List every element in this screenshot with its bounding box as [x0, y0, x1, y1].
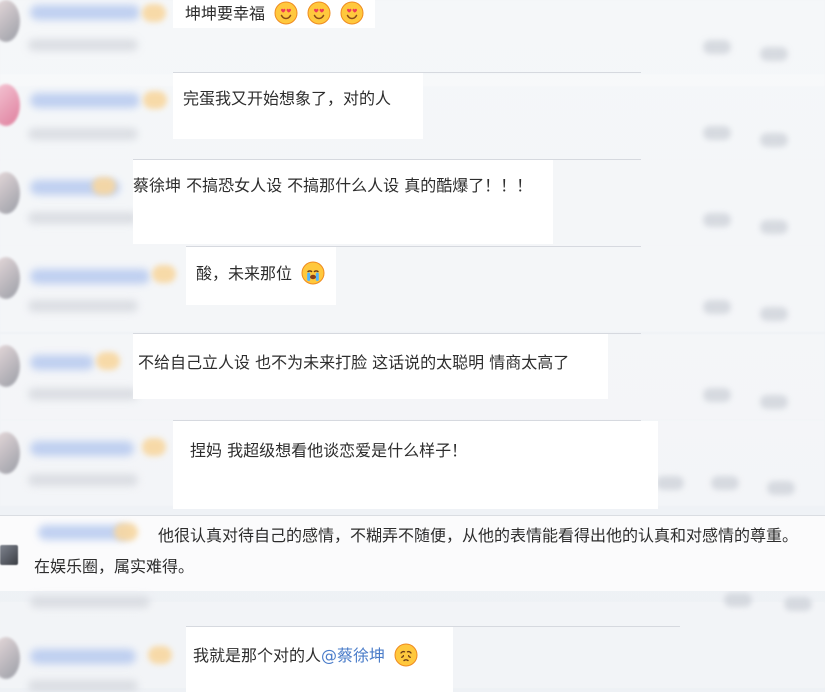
blurred-comment-row [0, 246, 825, 332]
like-action-blur[interactable] [656, 476, 684, 490]
user-badge-icon [148, 646, 172, 664]
reply-action-blur[interactable] [711, 476, 739, 490]
comment-text: 捏妈 我超级想看他谈恋爱是什么样子！ [190, 441, 468, 460]
username-blur[interactable] [30, 649, 136, 664]
comment-text: 坤坤要幸福 [185, 4, 266, 23]
comment-text-line-1: 他很认真对待自己的感情，不糊弄不随便，从他的表情能看得出他的认真和对感情的尊重。 [158, 526, 799, 545]
heart-eyes-icon [307, 1, 331, 25]
comment-text-prefix: 我就是那个对的人 [193, 646, 322, 665]
like-action-blur[interactable] [703, 300, 731, 314]
comment-meta-blur [30, 596, 150, 608]
comment-meta-blur [28, 39, 138, 51]
comment: 蔡徐坤 不搞恐女人设 不搞那什么人设 真的酷爆了！！！ [133, 160, 553, 244]
comment-meta-blur [28, 300, 138, 312]
comment-meta-blur [28, 474, 138, 486]
avatar[interactable] [0, 545, 18, 565]
comment-meta-blur [28, 128, 138, 140]
reply-action-blur[interactable] [760, 133, 788, 147]
comment: 捏妈 我超级想看他谈恋爱是什么样子！ [173, 421, 658, 509]
reply-action-blur[interactable] [760, 307, 788, 321]
like-action-blur[interactable] [703, 126, 731, 140]
user-badge-icon [114, 523, 138, 541]
username-blur[interactable] [30, 355, 94, 370]
user-badge-icon [96, 352, 120, 370]
like-action-blur[interactable] [703, 40, 731, 54]
comment-text: 完蛋我又开始想象了，对的人 [183, 89, 392, 108]
like-action-blur[interactable] [703, 388, 731, 402]
reply-action-blur[interactable] [784, 597, 812, 611]
comment-text: 蔡徐坤 不搞恐女人设 不搞那什么人设 真的酷爆了！！！ [133, 176, 533, 195]
reply-action-blur[interactable] [760, 47, 788, 61]
reply-action-blur[interactable] [760, 395, 788, 409]
username-blur[interactable] [30, 441, 134, 456]
comment-text-line-2: 在娱乐圈，属实难得。 [34, 557, 195, 576]
user-badge-icon [92, 177, 116, 195]
crying-face-icon [301, 261, 325, 285]
user-badge-icon [143, 91, 167, 109]
comment: 我就是那个对的人@蔡徐坤 [186, 627, 453, 692]
comment: 酸，未来那位 [186, 247, 336, 305]
comment: 坤坤要幸福 [173, 0, 375, 28]
user-badge-icon [152, 265, 176, 283]
username-blur[interactable] [30, 93, 140, 108]
comment: 完蛋我又开始想象了，对的人 [173, 73, 423, 139]
reply-action-blur[interactable] [760, 220, 788, 234]
user-badge-icon [142, 4, 166, 22]
username-blur[interactable] [30, 5, 140, 20]
heart-eyes-icon [340, 1, 364, 25]
pleading-face-icon [394, 643, 418, 667]
comment-feed: 坤坤要幸福 完蛋我又开始想象了，对的人 蔡徐坤 不搞恐女人设 不搞那什么人设 真… [0, 0, 825, 692]
comment-meta-blur [28, 388, 138, 400]
comment-meta-blur [28, 212, 138, 224]
comment: 不给自己立人设 也不为未来打脸 这话说的太聪明 情商太高了 [133, 334, 608, 399]
more-action-blur[interactable] [767, 481, 795, 495]
like-action-blur[interactable] [724, 593, 752, 607]
comment-meta-blur [28, 680, 138, 692]
comment-text: 不给自己立人设 也不为未来打脸 这话说的太聪明 情商太高了 [138, 353, 570, 372]
heart-eyes-icon [274, 1, 298, 25]
username-blur[interactable] [30, 269, 150, 284]
comment-text: 酸，未来那位 [196, 264, 293, 283]
like-action-blur[interactable] [703, 213, 731, 227]
mention-link[interactable]: @蔡徐坤 [321, 646, 385, 665]
user-badge-icon [142, 438, 166, 456]
